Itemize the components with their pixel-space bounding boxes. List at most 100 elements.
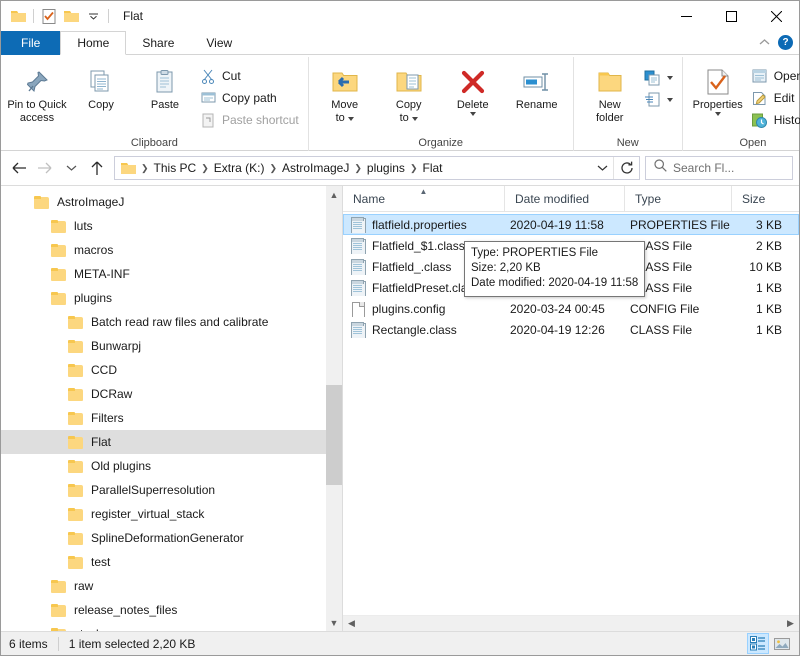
column-header-name[interactable]: ▲ Name — [343, 186, 505, 211]
tree-item-meta-inf[interactable]: META-INF — [1, 262, 342, 286]
breadcrumb-item-extra-k[interactable]: Extra (K:) — [210, 161, 269, 175]
chevron-down-icon[interactable] — [714, 112, 721, 116]
tree-item-label: raw — [74, 579, 94, 593]
customize-quick-access-caret[interactable] — [82, 5, 104, 27]
search-input[interactable]: Search Fl... — [645, 156, 793, 180]
tab-share[interactable]: Share — [126, 31, 190, 55]
tree-item-dcraw[interactable]: DCRaw — [1, 382, 342, 406]
properties-icon[interactable] — [38, 5, 60, 27]
file-row[interactable]: flatfield.properties 2020-04-19 11:58 PROP… — [343, 214, 799, 235]
minimize-button[interactable] — [664, 1, 709, 31]
tree-item-parallelsuperresolution[interactable]: ParallelSuperresolution — [1, 478, 342, 502]
rename-button[interactable]: Rename — [505, 61, 569, 131]
tree-item-label: META-INF — [74, 267, 130, 281]
history-button[interactable]: History — [749, 109, 800, 131]
file-row[interactable]: plugins.config 2020-03-24 00:45 CONFIG Fil… — [343, 298, 799, 319]
up-button[interactable] — [85, 156, 109, 180]
tree-item-flat[interactable]: Flat — [1, 430, 342, 454]
tab-view[interactable]: View — [190, 31, 248, 55]
tree-item-old-plugins[interactable]: Old plugins — [1, 454, 342, 478]
edit-button[interactable]: Edit — [749, 87, 800, 109]
tree-item-macros[interactable]: macros — [1, 238, 342, 262]
new-item-button[interactable] — [642, 67, 678, 89]
tree-item-splinedeformationgenerator[interactable]: SplineDeformationGenerator — [1, 526, 342, 550]
breadcrumb-item-astroimagej[interactable]: AstroImageJ — [278, 161, 353, 175]
chevron-down-icon[interactable] — [469, 112, 476, 116]
easy-access-button[interactable] — [642, 89, 678, 111]
tree-item-batch-read-raw-files-and-calibrate[interactable]: Batch read raw files and calibrate — [1, 310, 342, 334]
tab-file[interactable]: File — [1, 31, 61, 55]
breadcrumb-item-plugins[interactable]: plugins — [363, 161, 409, 175]
chevron-down-icon[interactable] — [411, 116, 418, 121]
column-header-date-modified[interactable]: Date modified — [505, 186, 625, 211]
hscroll-track[interactable] — [360, 616, 782, 632]
tree-item-plugins[interactable]: plugins — [1, 286, 342, 310]
tab-home[interactable]: Home — [60, 31, 127, 55]
forward-button[interactable] — [33, 156, 57, 180]
breadcrumb-separator[interactable]: ❯ — [200, 163, 210, 174]
tree-item-test[interactable]: test — [1, 550, 342, 574]
tree-item-ccd[interactable]: CCD — [1, 358, 342, 382]
refresh-button[interactable] — [613, 157, 639, 179]
tree-item-bunwarpj[interactable]: Bunwarpj — [1, 334, 342, 358]
copy-path-button[interactable]: Copy path — [197, 87, 304, 109]
open-button[interactable]: Open — [749, 65, 800, 87]
breadcrumb-separator[interactable]: ❯ — [268, 163, 278, 174]
scroll-left-arrow[interactable]: ◀ — [343, 616, 360, 632]
column-header-size[interactable]: Size — [732, 186, 799, 211]
tree-item-register-virtual-stack[interactable]: register_virtual_stack — [1, 502, 342, 526]
properties-button[interactable]: Properties — [687, 61, 749, 131]
paste-shortcut-button[interactable]: Paste shortcut — [197, 109, 304, 131]
paste-button[interactable]: Paste — [133, 61, 197, 131]
move-to-button[interactable]: Move to — [313, 61, 377, 131]
tree-scroll-track[interactable] — [326, 203, 342, 614]
scroll-down-arrow[interactable]: ▼ — [326, 614, 342, 631]
history-label: History — [773, 113, 800, 127]
tree-scrollbar[interactable]: ▲ ▼ — [326, 186, 342, 631]
tree-item-release-notes-files[interactable]: release_notes_files — [1, 598, 342, 622]
breadcrumb-separator[interactable]: ❯ — [409, 163, 419, 174]
chevron-down-icon[interactable] — [347, 116, 354, 121]
scroll-up-arrow[interactable]: ▲ — [326, 186, 342, 203]
scroll-right-arrow[interactable]: ▶ — [782, 616, 799, 632]
tree-scroll-thumb[interactable] — [326, 385, 342, 485]
tree-item-stack[interactable]: stack — [1, 622, 342, 631]
chevron-up-icon[interactable] — [759, 33, 770, 51]
back-button[interactable] — [7, 156, 31, 180]
new-folder-icon[interactable] — [60, 5, 82, 27]
close-button[interactable] — [754, 1, 799, 31]
large-icons-view-button[interactable] — [771, 633, 793, 654]
file-list-horizontal-scrollbar[interactable]: ◀ ▶ — [343, 615, 799, 631]
breadcrumb-item-flat[interactable]: Flat — [418, 161, 446, 175]
folder-icon[interactable] — [7, 5, 29, 27]
details-view-button[interactable] — [747, 633, 769, 654]
paste-icon — [152, 65, 178, 99]
copy-button[interactable]: Copy — [69, 61, 133, 131]
address-dropdown-button[interactable] — [591, 157, 613, 179]
chevron-down-icon[interactable] — [666, 76, 673, 80]
copy-to-button[interactable]: Copy to — [377, 61, 441, 131]
tree-item-raw[interactable]: raw — [1, 574, 342, 598]
tree-item-filters[interactable]: Filters — [1, 406, 342, 430]
file-row[interactable]: Rectangle.class 2020-04-19 12:26 CLASS Fil… — [343, 319, 799, 340]
breadcrumb-separator[interactable]: ❯ — [140, 163, 150, 174]
recent-locations-button[interactable] — [59, 156, 83, 180]
delete-button[interactable]: Delete — [441, 61, 505, 131]
maximize-button[interactable] — [709, 1, 754, 31]
tooltip-line-date: Date modified: 2020-04-19 11:58 — [471, 277, 639, 289]
address-bar[interactable]: ❯ This PC ❯ Extra (K:) ❯ AstroImageJ ❯ p… — [114, 156, 640, 180]
folder-icon[interactable] — [121, 162, 136, 175]
breadcrumb-separator[interactable]: ❯ — [353, 163, 363, 174]
pin-to-quick-access-button[interactable]: Pin to Quick access — [5, 61, 69, 131]
chevron-down-icon[interactable] — [666, 98, 673, 102]
help-icon[interactable]: ? — [778, 34, 793, 50]
breadcrumb-item-this-pc[interactable]: This PC — [150, 161, 201, 175]
tree-item-luts[interactable]: luts — [1, 214, 342, 238]
search-icon — [654, 159, 667, 177]
cut-button[interactable]: Cut — [197, 65, 304, 87]
file-size-cell: 1 KB — [755, 280, 782, 295]
new-folder-button[interactable]: New folder — [578, 61, 642, 131]
tree-item-astroimagej[interactable]: AstroImageJ — [1, 190, 342, 214]
file-name-label: Flatfield_.class — [372, 259, 452, 274]
column-header-type[interactable]: Type — [625, 186, 732, 211]
